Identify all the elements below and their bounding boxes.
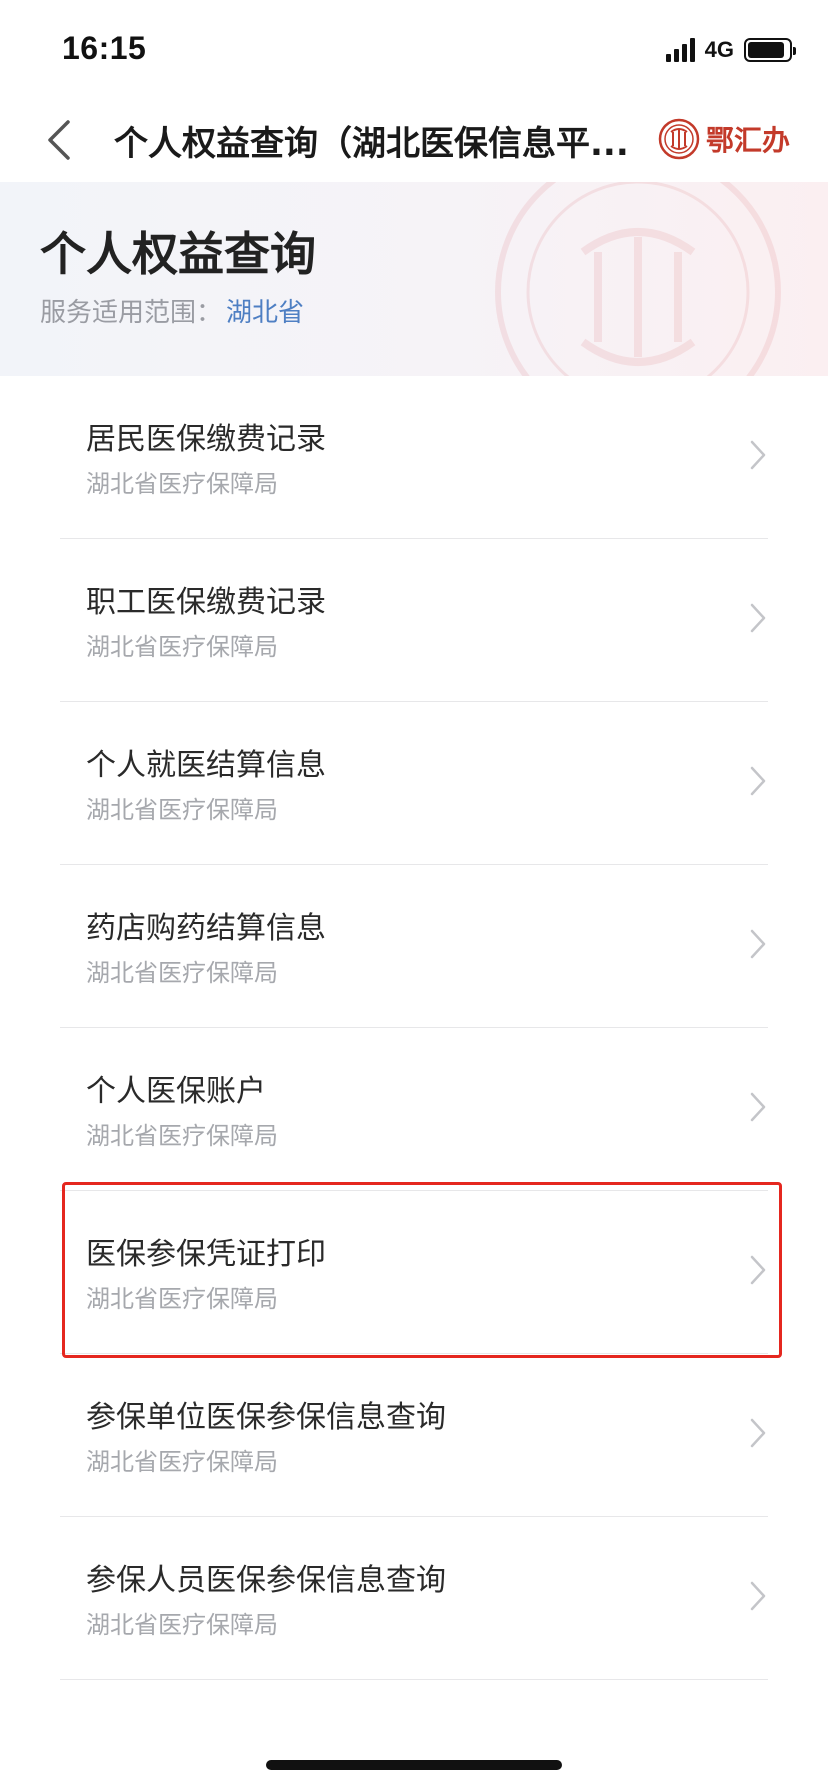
item-subtitle: 湖北省医疗保障局 bbox=[86, 633, 278, 661]
page-title: 个人权益查询（湖北医保信息平... bbox=[114, 124, 629, 164]
list-item-resident-payment-record[interactable]: 居民医保缴费记录 湖北省医疗保障局 bbox=[60, 376, 768, 539]
item-title: 药店购药结算信息 bbox=[86, 911, 326, 946]
item-subtitle: 湖北省医疗保障局 bbox=[86, 470, 278, 498]
item-subtitle: 湖北省医疗保障局 bbox=[86, 959, 278, 987]
item-title: 个人医保账户 bbox=[86, 1074, 266, 1109]
scope-value[interactable]: 湖北省 bbox=[226, 298, 304, 328]
list-item-insured-person-query[interactable]: 参保人员医保参保信息查询 湖北省医疗保障局 bbox=[60, 1517, 768, 1680]
nav-bar: 个人权益查询（湖北医保信息平... 鄂汇办 bbox=[0, 100, 828, 182]
list-item-insurance-certificate-print[interactable]: 医保参保凭证打印 湖北省医疗保障局 bbox=[60, 1191, 768, 1354]
hero-header: 个人权益查询 服务适用范围： 湖北省 bbox=[0, 182, 828, 376]
item-subtitle: 湖北省医疗保障局 bbox=[86, 1285, 278, 1313]
item-title: 参保单位医保参保信息查询 bbox=[86, 1400, 446, 1435]
item-subtitle: 湖北省医疗保障局 bbox=[86, 796, 278, 824]
item-title: 居民医保缴费记录 bbox=[86, 422, 326, 457]
scope-label: 服务适用范围： bbox=[40, 298, 223, 328]
chevron-right-icon bbox=[750, 929, 766, 959]
hero-title: 个人权益查询 bbox=[40, 227, 316, 281]
item-subtitle: 湖北省医疗保障局 bbox=[86, 1611, 278, 1639]
back-button[interactable] bbox=[30, 112, 86, 168]
chevron-left-icon bbox=[48, 120, 70, 160]
chevron-right-icon bbox=[750, 440, 766, 470]
chevron-right-icon bbox=[750, 603, 766, 633]
chevron-right-icon bbox=[750, 766, 766, 796]
list-item-employee-payment-record[interactable]: 职工医保缴费记录 湖北省医疗保障局 bbox=[60, 539, 768, 702]
brand-logo-icon bbox=[658, 118, 700, 160]
network-type: 4G bbox=[704, 37, 734, 62]
list-item-medical-settlement-info[interactable]: 个人就医结算信息 湖北省医疗保障局 bbox=[60, 702, 768, 865]
item-title: 个人就医结算信息 bbox=[86, 748, 326, 783]
item-subtitle: 湖北省医疗保障局 bbox=[86, 1448, 278, 1476]
list-item-personal-account[interactable]: 个人医保账户 湖北省医疗保障局 bbox=[60, 1028, 768, 1191]
chevron-right-icon bbox=[750, 1255, 766, 1285]
status-bar: 16:15 4G bbox=[0, 0, 828, 100]
status-time: 16:15 bbox=[62, 30, 147, 66]
signal-icon bbox=[665, 38, 695, 62]
service-scope: 服务适用范围： 湖北省 bbox=[40, 292, 304, 329]
chevron-right-icon bbox=[750, 1418, 766, 1448]
chevron-right-icon bbox=[750, 1092, 766, 1122]
list-item-pharmacy-settlement-info[interactable]: 药店购药结算信息 湖北省医疗保障局 bbox=[60, 865, 768, 1028]
item-title: 医保参保凭证打印 bbox=[86, 1237, 326, 1272]
item-subtitle: 湖北省医疗保障局 bbox=[86, 1122, 278, 1150]
item-title: 职工医保缴费记录 bbox=[86, 585, 326, 620]
brand-name: 鄂汇办 bbox=[705, 124, 790, 157]
brand[interactable]: 鄂汇办 bbox=[658, 118, 790, 160]
watermark-logo-icon bbox=[495, 182, 781, 376]
list-item-employer-insurance-query[interactable]: 参保单位医保参保信息查询 湖北省医疗保障局 bbox=[60, 1354, 768, 1517]
home-indicator bbox=[266, 1760, 562, 1770]
service-list: 居民医保缴费记录 湖北省医疗保障局 职工医保缴费记录 湖北省医疗保障局 个人就医… bbox=[0, 376, 828, 1680]
status-indicators: 4G bbox=[665, 36, 796, 64]
item-title: 参保人员医保参保信息查询 bbox=[86, 1563, 446, 1598]
chevron-right-icon bbox=[750, 1581, 766, 1611]
battery-level bbox=[748, 42, 784, 58]
battery-icon bbox=[744, 38, 796, 62]
